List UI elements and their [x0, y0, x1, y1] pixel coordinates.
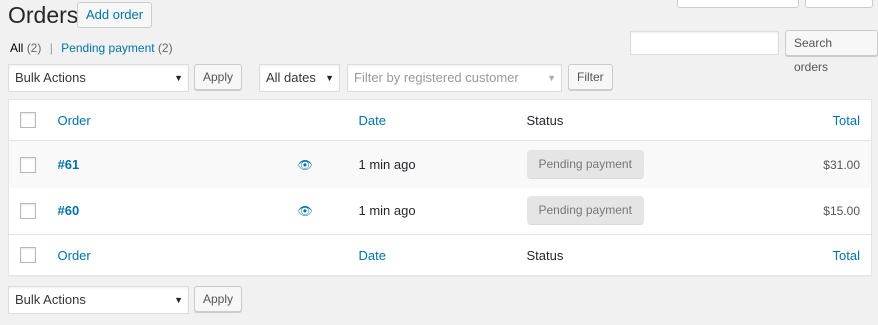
chevron-down-icon: ▼ — [174, 295, 183, 305]
status-filter-links: All (2) | Pending payment (2) — [10, 41, 173, 55]
table-row[interactable]: #61 👁 1 min ago Pending payment $31.00 — [8, 140, 872, 188]
row-checkbox[interactable] — [20, 156, 36, 173]
select-all-checkbox[interactable] — [20, 112, 36, 129]
apply-button-bottom[interactable]: Apply — [194, 286, 243, 312]
apply-button[interactable]: Apply — [194, 64, 243, 90]
column-total-footer[interactable]: Total — [833, 248, 860, 263]
eye-icon[interactable]: 👁 — [298, 158, 313, 172]
order-date: 1 min ago — [358, 203, 416, 219]
top-action-button[interactable] — [677, 0, 799, 8]
chevron-down-icon: ▼ — [325, 73, 334, 83]
column-order-footer[interactable]: Order — [58, 248, 91, 263]
chevron-down-icon: ▼ — [547, 73, 556, 83]
dates-select[interactable]: All dates ▼ — [259, 64, 340, 92]
chevron-down-icon: ▼ — [174, 73, 183, 83]
column-date-footer[interactable]: Date — [359, 248, 386, 263]
column-status-header: Status — [526, 112, 564, 128]
search-orders-button[interactable]: Search orders — [785, 30, 878, 74]
column-total-header[interactable]: Total — [833, 113, 860, 128]
order-link[interactable]: #61 — [58, 157, 80, 172]
filter-button[interactable]: Filter — [568, 64, 613, 90]
bulk-actions-select[interactable]: Bulk Actions ▼ — [8, 64, 189, 92]
filter-separator: | — [49, 41, 53, 55]
column-status-footer: Status — [526, 247, 564, 263]
table-footer-row: Order Date Status Total — [8, 234, 872, 276]
filter-all-count: (2) — [26, 41, 42, 55]
select-all-checkbox[interactable] — [20, 247, 36, 264]
top-action-button[interactable] — [805, 0, 873, 8]
customer-filter-placeholder: Filter by registered customer — [354, 70, 519, 85]
filter-pending-count: (2) — [157, 41, 173, 55]
bulk-actions-value: Bulk Actions — [15, 292, 86, 307]
status-badge: Pending payment — [526, 196, 644, 226]
order-link[interactable]: #60 — [58, 203, 80, 218]
search-input[interactable] — [630, 31, 779, 55]
page-title: Orders — [8, 2, 79, 28]
orders-table: Order Date Status Total #61 👁 1 min ago … — [8, 99, 872, 276]
row-checkbox[interactable] — [20, 203, 36, 220]
customer-filter-select[interactable]: Filter by registered customer ▼ — [347, 64, 562, 92]
status-badge: Pending payment — [526, 149, 644, 179]
add-order-button[interactable]: Add order — [77, 2, 153, 28]
order-total: $15.00 — [823, 204, 860, 219]
order-total: $31.00 — [823, 157, 860, 172]
table-row[interactable]: #60 👁 1 min ago Pending payment $15.00 — [9, 188, 872, 235]
column-order-header[interactable]: Order — [58, 113, 91, 128]
dates-value: All dates — [266, 70, 316, 85]
filter-all-link[interactable]: All — [10, 41, 23, 55]
eye-icon[interactable]: 👁 — [298, 204, 313, 218]
table-header-row: Order Date Status Total — [8, 100, 872, 141]
filter-pending-link[interactable]: Pending payment — [61, 41, 154, 55]
order-date: 1 min ago — [358, 156, 416, 172]
bulk-actions-value: Bulk Actions — [15, 70, 86, 85]
column-date-header[interactable]: Date — [359, 113, 386, 128]
bulk-actions-select-bottom[interactable]: Bulk Actions ▼ — [8, 286, 189, 314]
